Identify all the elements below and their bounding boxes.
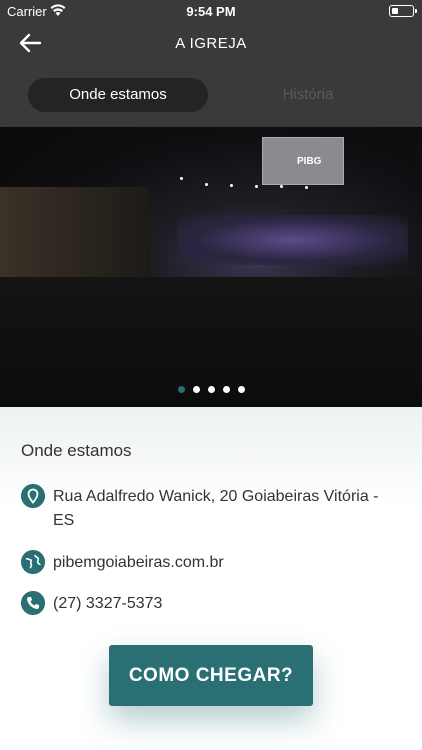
tab-onde-estamos[interactable]: Onde estamos bbox=[28, 78, 208, 112]
ceiling-light bbox=[205, 183, 208, 186]
website-link[interactable]: pibemgoiabeiras.com.br bbox=[53, 551, 224, 575]
section-title: Onde estamos bbox=[21, 441, 132, 460]
carousel-dot[interactable] bbox=[222, 386, 230, 393]
projection-screen: PIBG bbox=[262, 137, 344, 185]
clock: 9:54 PM bbox=[186, 4, 236, 19]
ceiling-light bbox=[180, 177, 183, 180]
tab-bar: Onde estamos História bbox=[0, 78, 422, 114]
globe-icon bbox=[21, 550, 45, 574]
address-text: Rua Adalfredo Wanick, 20 Goiabeiras Vitó… bbox=[53, 488, 379, 529]
carousel-dots bbox=[0, 380, 422, 393]
ceiling-light bbox=[230, 184, 233, 187]
battery-icon bbox=[389, 5, 417, 17]
website-row[interactable]: pibemgoiabeiras.com.br bbox=[21, 550, 401, 576]
directions-button[interactable]: COMO CHEGAR? bbox=[109, 645, 313, 706]
carousel-dot[interactable] bbox=[177, 386, 185, 393]
status-bar: Carrier 9:54 PM bbox=[0, 0, 422, 22]
address-row: Rua Adalfredo Wanick, 20 Goiabeiras Vitó… bbox=[21, 484, 401, 536]
photo-wall bbox=[0, 187, 150, 287]
stage-light bbox=[178, 215, 408, 265]
page-title: A IGREJA bbox=[175, 35, 247, 52]
location-pin-icon bbox=[21, 484, 45, 508]
phone-row[interactable]: (27) 3327-5373 bbox=[21, 591, 401, 617]
tab-historia[interactable]: História bbox=[222, 78, 394, 112]
carousel-dot[interactable] bbox=[207, 386, 215, 393]
phone-icon bbox=[21, 591, 45, 615]
ceiling-light bbox=[305, 186, 308, 189]
carousel-dot[interactable] bbox=[192, 386, 200, 393]
screen-logo-text: PIBG bbox=[297, 156, 322, 167]
ceiling-light bbox=[255, 185, 258, 188]
location-info: Onde estamos Rua Adalfredo Wanick, 20 Go… bbox=[0, 407, 422, 750]
carousel-dot[interactable] bbox=[237, 386, 245, 393]
ceiling-light bbox=[280, 185, 283, 188]
phone-number[interactable]: (27) 3327-5373 bbox=[53, 592, 162, 616]
top-bar: Carrier 9:54 PM A IGREJA Onde estamos Hi… bbox=[0, 0, 422, 127]
church-photo-carousel[interactable]: PIBG bbox=[0, 127, 422, 407]
